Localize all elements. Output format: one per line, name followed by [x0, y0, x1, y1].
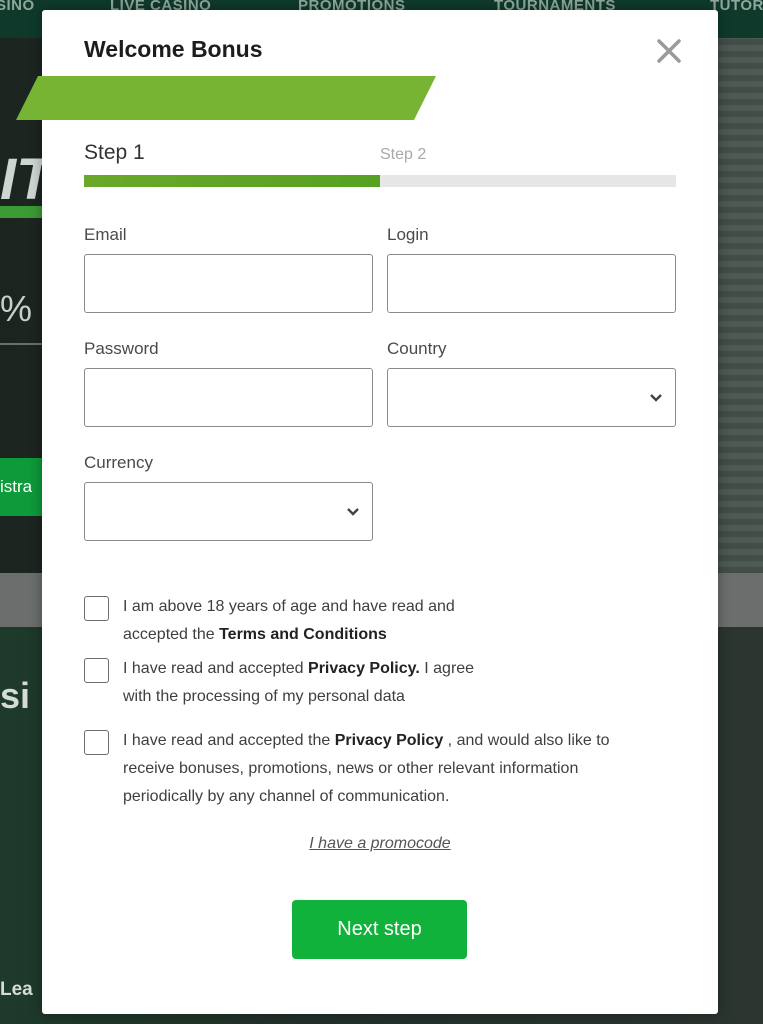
login-label: Login: [387, 225, 429, 244]
password-label: Password: [84, 339, 159, 358]
step-2-label: Step 2: [380, 146, 427, 163]
age-terms-prefix: accepted the: [123, 626, 220, 643]
currency-select[interactable]: [84, 482, 373, 541]
age-terms-checkbox[interactable]: [84, 596, 109, 621]
step-progress-bar: [84, 175, 676, 187]
marketing-suffix: , and would also like to: [443, 732, 610, 749]
password-field[interactable]: [84, 368, 373, 427]
casino-text-fragment: si: [0, 675, 31, 716]
terms-link[interactable]: Terms and Conditions: [219, 626, 387, 643]
chevron-down-icon: [650, 394, 662, 402]
country-select[interactable]: [387, 368, 676, 427]
currency-label: Currency: [84, 453, 153, 472]
welcome-bonus-modal: Welcome Bonus Step 1 Step 2 Email Login …: [16, 10, 718, 1014]
step-progress-fill: [84, 175, 380, 187]
privacy-policy-link-2[interactable]: Privacy Policy: [335, 732, 444, 749]
chevron-down-icon: [347, 508, 359, 516]
privacy-checkbox[interactable]: [84, 658, 109, 683]
hero-accent-line: [0, 206, 42, 218]
hero-divider: [0, 343, 42, 345]
privacy-text: I have read and accepted Privacy Policy.…: [123, 655, 474, 711]
bonus-banner: [16, 76, 436, 120]
privacy-suffix: I agree: [419, 660, 475, 677]
privacy-prefix: I have read and accepted: [123, 660, 309, 677]
email-label: Email: [84, 225, 127, 244]
step-1-label: Step 1: [84, 141, 145, 164]
privacy-line1: I have read and accepted Privacy Policy.…: [123, 655, 474, 683]
nav-item-casino[interactable]: SINO: [0, 0, 35, 14]
age-terms-text: I am above 18 years of age and have read…: [123, 593, 455, 649]
promocode-link[interactable]: I have a promocode: [42, 835, 718, 853]
privacy-policy-link[interactable]: Privacy Policy.: [308, 660, 420, 677]
login-field[interactable]: [387, 254, 676, 313]
close-icon: [657, 39, 681, 63]
next-step-button[interactable]: Next step: [292, 900, 467, 959]
marketing-prefix: I have read and accepted the: [123, 732, 335, 749]
email-field[interactable]: [84, 254, 373, 313]
marketing-checkbox[interactable]: [84, 730, 109, 755]
modal-title: Welcome Bonus: [84, 36, 263, 62]
privacy-line2: with the processing of my personal data: [123, 688, 405, 705]
marketing-text: I have read and accepted the Privacy Pol…: [123, 727, 610, 811]
age-terms-line1: I am above 18 years of age and have read…: [123, 598, 455, 615]
marketing-line2: receive bonuses, promotions, news or oth…: [123, 760, 579, 777]
stadium-image: [717, 38, 763, 573]
close-button[interactable]: [654, 36, 684, 66]
register-button[interactable]: istra: [0, 458, 44, 516]
age-terms-line2: accepted the Terms and Conditions: [123, 621, 455, 649]
league-text-fragment: Lea: [0, 979, 33, 1000]
country-label: Country: [387, 339, 447, 358]
marketing-line1: I have read and accepted the Privacy Pol…: [123, 727, 610, 755]
marketing-line3: periodically by any channel of communica…: [123, 788, 450, 805]
